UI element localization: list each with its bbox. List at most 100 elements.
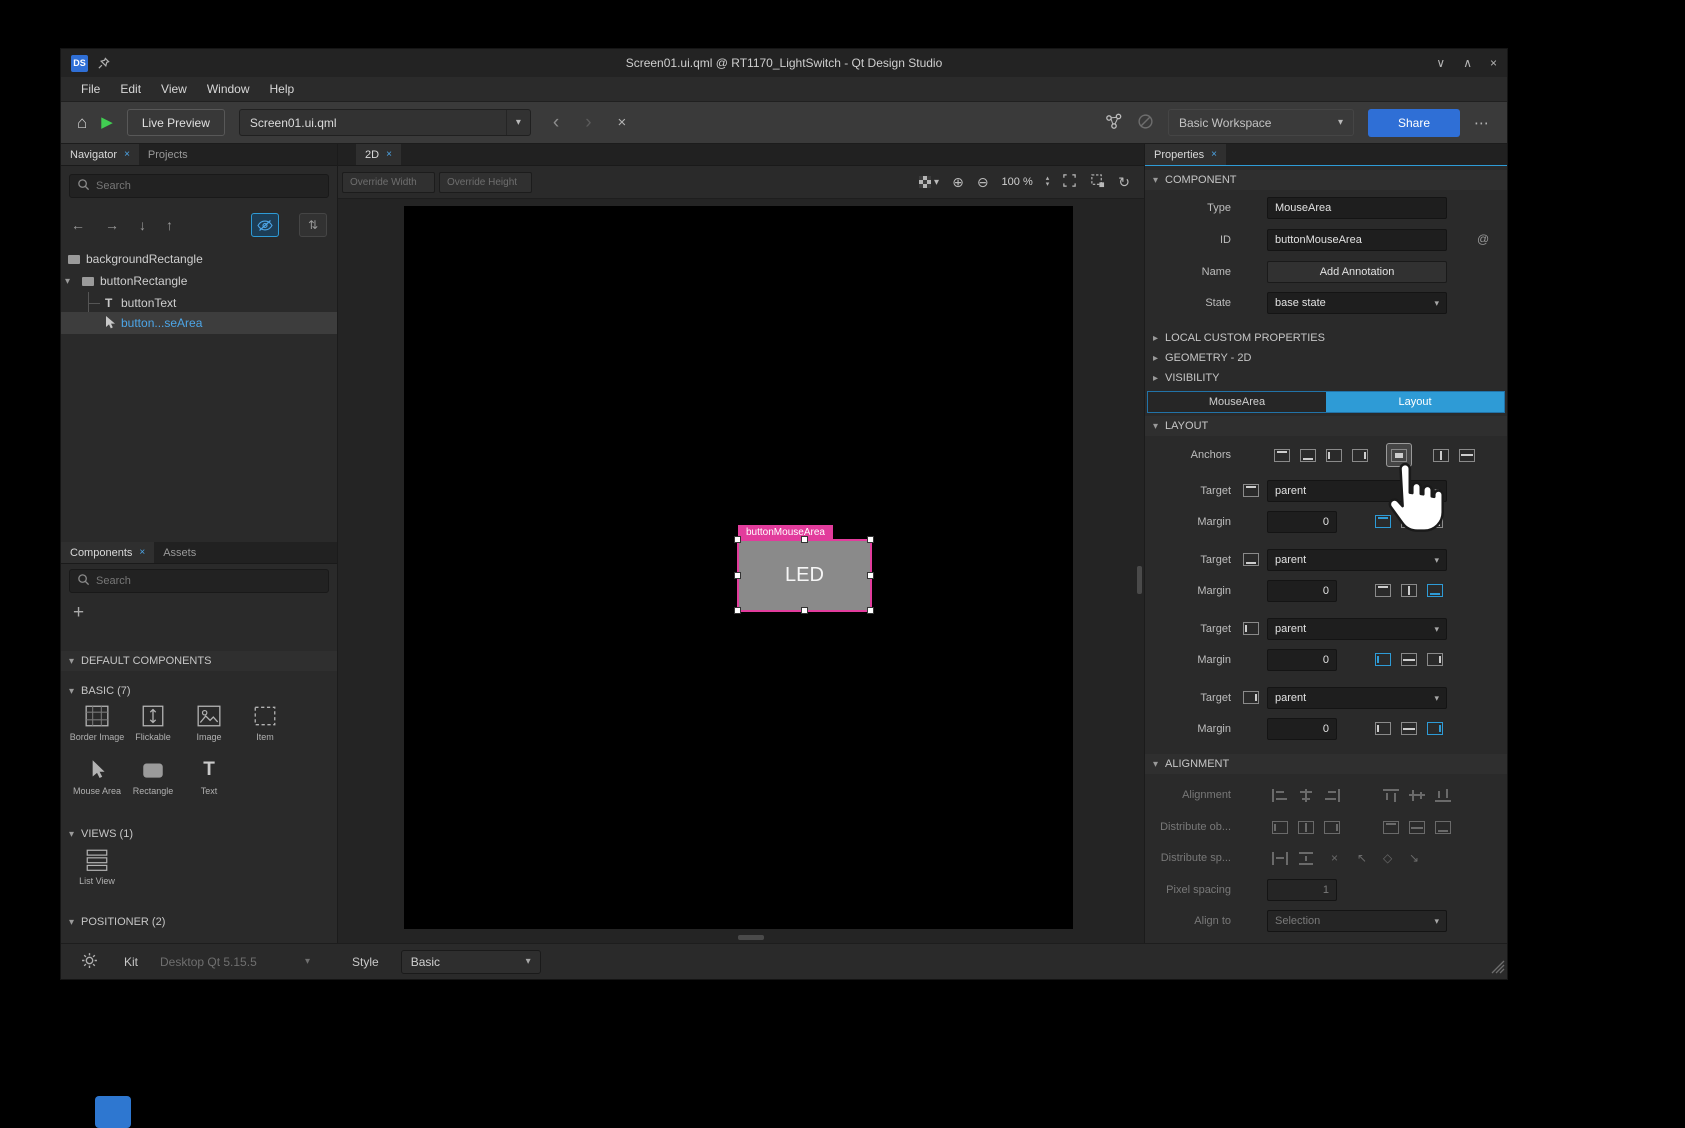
tab-properties[interactable]: Properties×	[1145, 144, 1226, 165]
distribute-right-icon[interactable]	[1324, 821, 1340, 834]
section-visibility[interactable]: ▸VISIBILITY	[1145, 368, 1507, 388]
settings-gear-icon[interactable]	[81, 952, 98, 972]
close-icon[interactable]: ×	[386, 149, 392, 160]
anchor-right-button[interactable]	[1347, 443, 1373, 467]
component-flickable[interactable]: Flickable	[125, 704, 181, 742]
tab-mousearea[interactable]: MouseArea	[1148, 392, 1326, 412]
kit-dropdown[interactable]: Desktop Qt 5.15.5▾	[160, 955, 310, 969]
zoom-out-button[interactable]: ⊖	[977, 174, 989, 191]
resize-handle[interactable]	[801, 536, 808, 543]
anchor-edge-left-button[interactable]	[1375, 722, 1391, 735]
distribute-origin-topleft-icon[interactable]: ↖	[1357, 852, 1367, 865]
pixel-spacing-field[interactable]: 1	[1267, 879, 1337, 901]
anchor-edge-bottom-button[interactable]	[1427, 584, 1443, 597]
anchor-horizontal-center-button[interactable]	[1454, 443, 1480, 467]
anchor-bottom-button[interactable]	[1295, 443, 1321, 467]
tab-components[interactable]: Components×	[61, 542, 154, 563]
style-dropdown[interactable]: Basic▾	[401, 950, 541, 974]
resize-handle[interactable]	[867, 607, 874, 614]
target-bottom-dropdown[interactable]: parent▾	[1267, 549, 1447, 571]
component-text[interactable]: T Text	[181, 758, 237, 796]
component-list-view[interactable]: List View	[69, 848, 125, 886]
close-button[interactable]: ×	[1490, 56, 1497, 70]
led-button[interactable]: LED	[739, 541, 870, 610]
component-item[interactable]: Item	[237, 704, 293, 742]
menu-edit[interactable]: Edit	[110, 79, 151, 99]
section-default-components[interactable]: ▾DEFAULT COMPONENTS	[61, 651, 337, 671]
align-left-icon[interactable]	[1272, 789, 1288, 802]
fit-to-screen-button[interactable]	[1062, 173, 1077, 191]
components-search-input[interactable]: Search	[69, 569, 329, 593]
move-down-button[interactable]: ↓	[139, 217, 146, 233]
resize-handle[interactable]	[867, 536, 874, 543]
section-component[interactable]: ▾COMPONENT	[1145, 170, 1507, 190]
background-color-picker[interactable]: ▾	[919, 176, 939, 188]
component-rectangle[interactable]: Rectangle	[125, 758, 181, 796]
align-middle-v-icon[interactable]	[1409, 789, 1425, 802]
close-icon[interactable]: ×	[124, 149, 130, 160]
horizontal-scrollbar[interactable]	[738, 935, 764, 940]
section-local-custom-properties[interactable]: ▸LOCAL CUSTOM PROPERTIES	[1145, 328, 1507, 348]
tree-item-buttonRectangle[interactable]: ▾ buttonRectangle	[61, 270, 337, 292]
component-border-image[interactable]: Border Image	[69, 704, 125, 742]
add-annotation-button[interactable]: Add Annotation	[1267, 261, 1447, 283]
component-mouse-area[interactable]: Mouse Area	[69, 758, 125, 796]
resize-handle[interactable]	[867, 572, 874, 579]
minimize-button[interactable]: ∨	[1436, 56, 1445, 70]
margin-top-field[interactable]: 0	[1267, 511, 1337, 533]
override-width-input[interactable]: Override Width	[342, 172, 435, 193]
anchor-edge-right-button[interactable]	[1427, 653, 1443, 666]
move-right-button[interactable]: →	[105, 217, 119, 233]
type-field[interactable]: MouseArea	[1267, 197, 1447, 219]
margin-right-field[interactable]: 0	[1267, 718, 1337, 740]
close-document-button[interactable]: ×	[618, 114, 627, 131]
move-left-button[interactable]: ←	[71, 217, 85, 233]
zoom-selection-button[interactable]	[1090, 173, 1105, 191]
distribute-center-h-icon[interactable]	[1298, 821, 1314, 834]
distribute-origin-bottomright-icon[interactable]: ↘	[1409, 852, 1419, 865]
resize-handle[interactable]	[734, 536, 741, 543]
run-button[interactable]: ▶	[101, 115, 113, 130]
state-dropdown[interactable]: base state▾	[1267, 292, 1447, 314]
margin-bottom-field[interactable]: 0	[1267, 580, 1337, 602]
home-icon[interactable]: ⌂	[77, 114, 87, 131]
caret-down-icon[interactable]: ▾	[65, 276, 70, 287]
menu-view[interactable]: View	[151, 79, 197, 99]
live-preview-button[interactable]: Live Preview	[127, 109, 225, 136]
id-field[interactable]: buttonMouseArea	[1267, 229, 1447, 251]
maximize-button[interactable]: ∧	[1463, 56, 1472, 70]
close-icon[interactable]: ×	[1211, 149, 1217, 160]
target-right-dropdown[interactable]: parent▾	[1267, 687, 1447, 709]
distribute-spacing-v-icon[interactable]	[1298, 852, 1314, 865]
zoom-in-button[interactable]: ⊕	[952, 174, 964, 191]
anchor-edge-left-button[interactable]	[1375, 653, 1391, 666]
sort-order-toggle[interactable]: ⇅	[299, 213, 327, 237]
anchor-left-button[interactable]	[1321, 443, 1347, 467]
section-layout[interactable]: ▾LAYOUT	[1145, 416, 1507, 436]
resize-handle[interactable]	[734, 572, 741, 579]
workspace-dropdown[interactable]: Basic Workspace ▾	[1168, 109, 1354, 136]
zoom-stepper[interactable]: ▴▾	[1046, 176, 1050, 188]
tab-2d[interactable]: 2D×	[356, 144, 401, 165]
anchor-edge-hcenter-button[interactable]	[1401, 653, 1417, 666]
align-center-h-icon[interactable]	[1298, 789, 1314, 802]
move-up-button[interactable]: ↑	[166, 217, 173, 233]
align-right-icon[interactable]	[1324, 789, 1340, 802]
menu-window[interactable]: Window	[197, 79, 260, 99]
distribute-middle-v-icon[interactable]	[1409, 821, 1425, 834]
anchor-edge-vcenter-button[interactable]	[1401, 584, 1417, 597]
margin-left-field[interactable]: 0	[1267, 649, 1337, 671]
distribute-spacing-h-icon[interactable]	[1272, 852, 1288, 865]
close-icon[interactable]: ×	[139, 547, 145, 558]
pin-icon[interactable]	[97, 57, 110, 70]
align-to-dropdown[interactable]: Selection▾	[1267, 910, 1447, 932]
share-button[interactable]: Share	[1368, 109, 1460, 137]
distribute-top-icon[interactable]	[1383, 821, 1399, 834]
override-height-input[interactable]: Override Height	[439, 172, 532, 193]
resize-handle[interactable]	[734, 607, 741, 614]
tab-navigator[interactable]: Navigator×	[61, 144, 139, 165]
connections-icon[interactable]	[1105, 113, 1123, 133]
distribute-origin-center-icon[interactable]: ◇	[1383, 852, 1392, 865]
add-module-button[interactable]: +	[73, 602, 84, 624]
tree-item-buttonText[interactable]: T buttonText	[61, 292, 337, 314]
